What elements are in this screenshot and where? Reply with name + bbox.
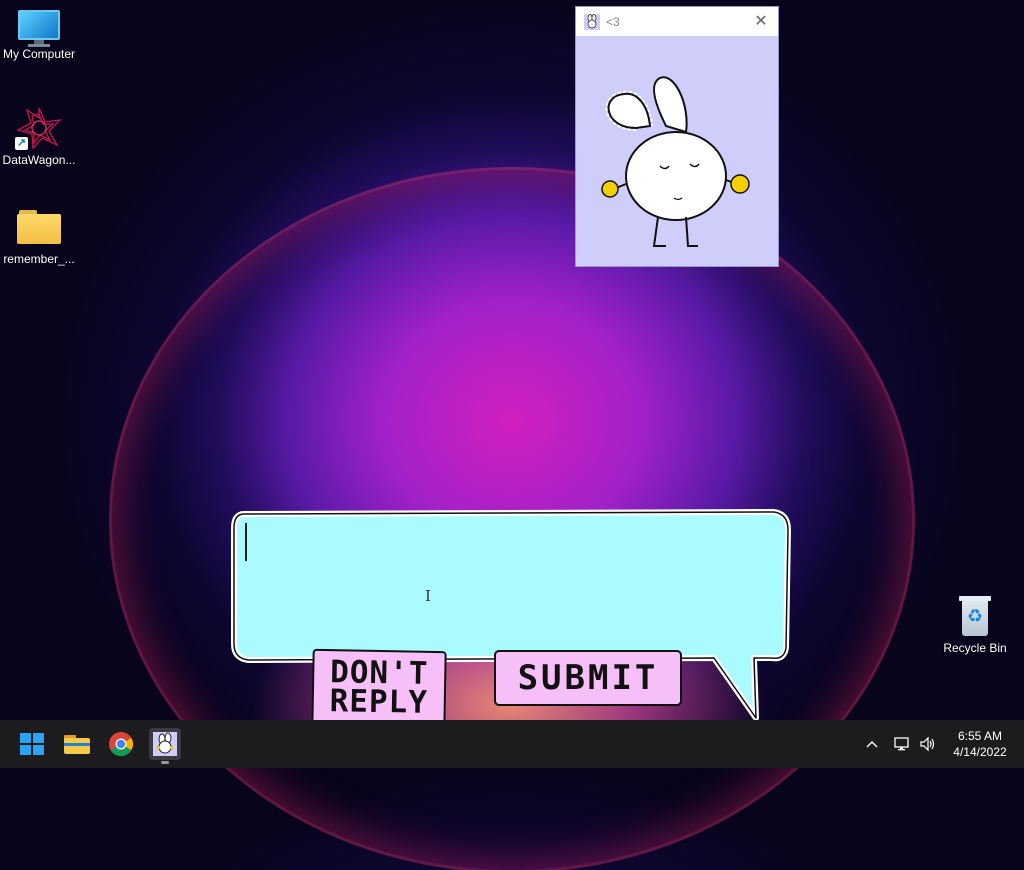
bunny-window[interactable]: <3 ✕ — [575, 6, 779, 267]
folder-icon — [64, 735, 90, 754]
dont-reply-label-line2: REPLY — [329, 683, 429, 721]
window-titlebar[interactable]: <3 ✕ — [576, 7, 778, 36]
shortcut-arrow-icon: ↗ — [15, 137, 28, 150]
clock-time: 6:55 AM — [957, 729, 1003, 743]
start-button[interactable] — [16, 728, 48, 760]
bunny-icon — [153, 732, 177, 756]
datawagon-shortcut-icon: ↗ — [15, 106, 63, 150]
bunny-icon — [584, 13, 600, 30]
volume-button[interactable] — [919, 720, 937, 768]
text-caret — [245, 523, 247, 561]
recycle-bin-icon: ♻ — [959, 596, 991, 636]
chrome-icon — [109, 732, 134, 757]
ibeam-cursor-icon: I — [425, 587, 431, 605]
chevron-up-icon — [866, 741, 878, 748]
desktop-icon-label: DataWagon... — [2, 153, 76, 167]
bunny-illustration — [601, 76, 750, 247]
network-icon — [894, 737, 909, 751]
bunny-app-button[interactable] — [149, 728, 181, 764]
reply-text-input[interactable] — [240, 518, 784, 658]
desktop-icon-recycle-bin[interactable]: ♻ Recycle Bin — [938, 596, 1012, 655]
folder-icon — [17, 210, 61, 244]
desktop-icon-remember-folder[interactable]: remember_... — [0, 206, 78, 266]
desktop-icon-label: Recycle Bin — [943, 641, 1007, 655]
window-title: <3 — [606, 14, 620, 29]
chrome-button[interactable] — [105, 728, 137, 760]
dont-reply-button[interactable]: DON'T REPLY — [311, 648, 447, 732]
desktop-icon-my-computer[interactable]: My Computer — [0, 10, 78, 61]
file-explorer-button[interactable] — [61, 728, 93, 760]
windows-start-icon — [20, 733, 44, 755]
close-button[interactable]: ✕ — [750, 11, 772, 33]
desktop-icon-datawagon[interactable]: ↗ DataWagon... — [0, 106, 78, 167]
show-hidden-icons-chevron[interactable] — [866, 720, 878, 768]
running-indicator — [161, 761, 169, 764]
submit-button[interactable]: SUBMIT — [494, 650, 682, 706]
clock-date: 4/14/2022 — [953, 745, 1007, 759]
desktop-icon-label: My Computer — [2, 47, 76, 61]
system-clock[interactable]: 6:55 AM 4/14/2022 — [942, 728, 1018, 760]
speaker-icon — [920, 736, 935, 752]
monitor-icon — [18, 10, 60, 47]
desktop-icon-label: remember_... — [3, 252, 75, 266]
taskbar: 6:55 AM 4/14/2022 — [0, 720, 1024, 768]
network-button[interactable] — [893, 720, 911, 768]
